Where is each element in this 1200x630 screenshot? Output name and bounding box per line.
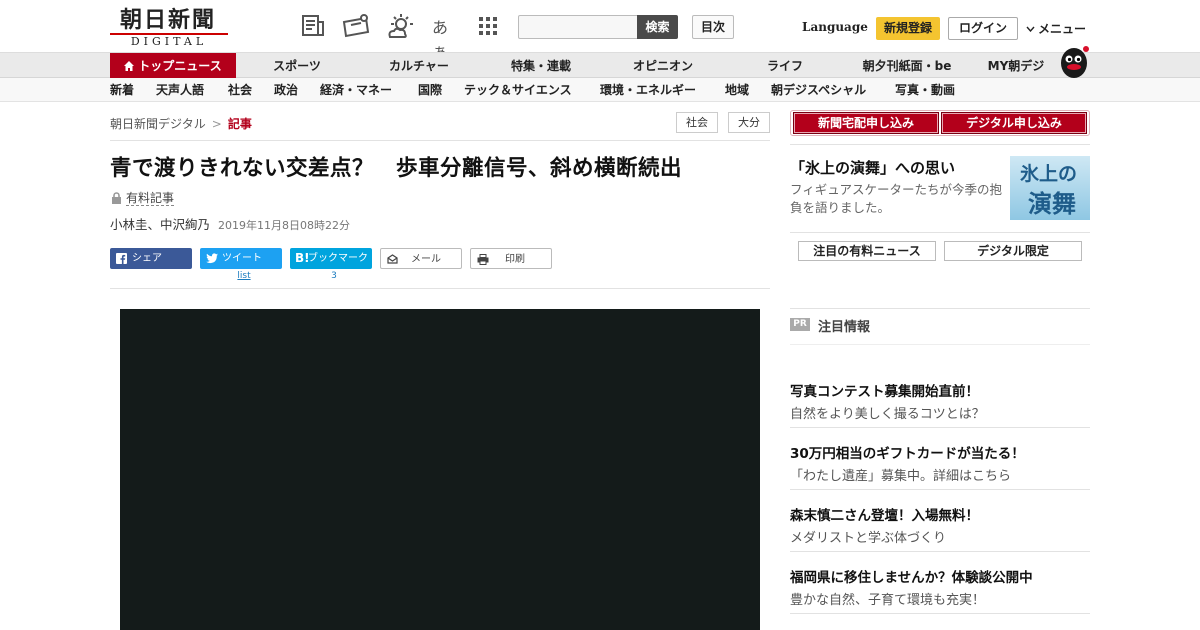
pr-badge: PR bbox=[790, 318, 810, 331]
hatena-bookmark-button[interactable]: B! ブックマーク bbox=[290, 248, 372, 269]
promo-headline[interactable]: 福岡県に移住しませんか？体験談公開中 bbox=[790, 566, 1033, 586]
nav-sub-tech-science[interactable]: テック＆サイエンス bbox=[464, 78, 572, 102]
nav-sub-society[interactable]: 社会 bbox=[228, 78, 252, 102]
divider bbox=[110, 288, 770, 289]
nav-tab-print-edition[interactable]: 朝夕刊紙面・be bbox=[852, 53, 962, 79]
promo-subtext[interactable]: 自然をより美しく撮るコツとは？ bbox=[790, 403, 985, 422]
subscribe-digital-button[interactable]: デジタル申し込み bbox=[941, 112, 1087, 134]
promo-subtext[interactable]: 「わたし遺産」募集中。詳細はこちら bbox=[790, 465, 1011, 484]
toc-button[interactable]: 目次 bbox=[692, 15, 734, 39]
logo-wordmark: 朝日新聞 bbox=[120, 7, 217, 33]
facebook-share-button[interactable]: シェア bbox=[110, 248, 192, 269]
article-authors: 小林圭、中沢絢乃 bbox=[110, 217, 211, 232]
twitter-share-button[interactable]: ツイート bbox=[200, 248, 282, 269]
promo-headline[interactable]: 写真コンテスト募集開始直前！ bbox=[790, 380, 979, 400]
grid-menu-icon[interactable] bbox=[478, 16, 504, 42]
primary-nav: トップニュース スポーツ カルチャー 特集・連載 オピニオン ライフ 朝夕刊紙面… bbox=[0, 46, 1200, 79]
feature-image[interactable]: 氷上の 演舞 bbox=[1010, 156, 1090, 220]
twitter-share-label: ツイート bbox=[222, 253, 262, 264]
menu-button[interactable]: メニュー bbox=[1026, 20, 1086, 37]
nav-sub-tensei-jingo[interactable]: 天声人語 bbox=[156, 78, 204, 102]
nav-sub-politics[interactable]: 政治 bbox=[274, 78, 298, 102]
pr-section-title: 注目情報 bbox=[818, 320, 871, 335]
divider bbox=[790, 144, 1090, 145]
secondary-nav: 新着 天声人語 社会 政治 経済・マネー 国際 テック＆サイエンス 環境・エネル… bbox=[0, 78, 1200, 102]
article-video-player[interactable] bbox=[120, 309, 760, 630]
home-icon bbox=[124, 54, 135, 71]
promo-headline[interactable]: 森末慎二さん登壇！入場無料！ bbox=[790, 504, 979, 524]
feature-description: フィギュアスケーターたちが今季の抱負を語りました。 bbox=[790, 182, 1003, 215]
article-title: 青で渡りきれない交差点？ 歩車分離信号、斜め横断続出 bbox=[110, 156, 683, 181]
newspaper-icon[interactable] bbox=[300, 13, 326, 39]
digital-only-button[interactable]: デジタル限定 bbox=[944, 241, 1082, 261]
site-logo[interactable]: 朝日新聞 DIGITAL bbox=[110, 8, 230, 48]
divider bbox=[790, 232, 1090, 233]
lock-icon bbox=[111, 192, 122, 207]
divider bbox=[790, 489, 1090, 490]
nav-tab-features[interactable]: 特集・連載 bbox=[500, 53, 582, 79]
nav-tab-my-asadigi[interactable]: MY朝デジ bbox=[980, 53, 1052, 79]
nav-tab-label: トップニュース bbox=[138, 59, 222, 73]
subscribe-paper-button[interactable]: 新聞宅配申し込み bbox=[793, 112, 939, 134]
nav-tab-culture[interactable]: カルチャー bbox=[378, 53, 460, 79]
nav-sub-photo-video[interactable]: 写真・動画 bbox=[895, 78, 955, 102]
divider bbox=[790, 308, 1090, 309]
hatena-bookmark-icon: B! bbox=[295, 251, 310, 265]
print-label: 印刷 bbox=[505, 254, 525, 265]
logo-subtitle: DIGITAL bbox=[110, 33, 228, 48]
twitter-count-link[interactable]: list bbox=[203, 271, 285, 281]
language-link[interactable]: Language bbox=[802, 20, 868, 34]
feature-image-text: 氷上の bbox=[1020, 163, 1078, 185]
divider bbox=[790, 427, 1090, 428]
menu-label: メニュー bbox=[1038, 22, 1087, 36]
search-input[interactable] bbox=[518, 15, 638, 39]
divider bbox=[790, 613, 1090, 614]
weather-icon[interactable] bbox=[386, 13, 413, 39]
mail-share-label: メール bbox=[411, 254, 441, 265]
feature-title[interactable]: 「氷上の演舞」への思い bbox=[790, 157, 955, 178]
nav-sub-special[interactable]: 朝デジスペシャル bbox=[771, 78, 866, 102]
nav-tab-top-news[interactable]: トップニュース bbox=[110, 53, 236, 79]
paid-article-label: 有料記事 bbox=[126, 191, 175, 206]
nav-sub-latest[interactable]: 新着 bbox=[110, 78, 134, 102]
promo-subtext[interactable]: メダリストと学ぶ体づくり bbox=[790, 527, 946, 546]
chevron-down-icon bbox=[1026, 21, 1035, 35]
mascot-icon[interactable] bbox=[1056, 43, 1092, 79]
ticket-icon[interactable] bbox=[342, 13, 370, 39]
nav-sub-environment[interactable]: 環境・エネルギー bbox=[600, 78, 696, 102]
nav-tab-sports[interactable]: スポーツ bbox=[260, 53, 334, 79]
article-date: 2019年11月8日08時22分 bbox=[218, 219, 350, 232]
tag-oita[interactable]: 大分 bbox=[728, 112, 770, 133]
promo-subtext[interactable]: 豊かな自然、子育て環境も充実！ bbox=[790, 589, 985, 608]
nav-sub-region[interactable]: 地域 bbox=[725, 78, 749, 102]
promo-headline[interactable]: 30万円相当のギフトカードが当たる！ bbox=[790, 442, 1025, 462]
divider bbox=[110, 140, 770, 141]
tag-society[interactable]: 社会 bbox=[676, 112, 718, 133]
site-header: 朝日新聞 DIGITAL あぁ 検索 目次 Language 新規登録 ログイン… bbox=[0, 0, 1200, 61]
breadcrumb-separator: > bbox=[211, 117, 222, 131]
divider bbox=[790, 551, 1090, 552]
paid-news-button[interactable]: 注目の有料ニュース bbox=[798, 241, 936, 261]
facebook-share-label: シェア bbox=[132, 253, 162, 264]
nav-tab-life[interactable]: ライフ bbox=[755, 53, 815, 79]
print-button[interactable]: 印刷 bbox=[470, 248, 552, 269]
nav-sub-economy[interactable]: 経済・マネー bbox=[320, 78, 392, 102]
text-size-icon[interactable]: あぁ bbox=[432, 14, 458, 61]
nav-tab-opinion[interactable]: オピニオン bbox=[622, 53, 704, 79]
search-button[interactable]: 検索 bbox=[637, 15, 678, 39]
hatena-count[interactable]: 3 bbox=[293, 271, 375, 281]
byline: 小林圭、中沢絢乃 2019年11月8日08時22分 bbox=[110, 214, 350, 233]
hatena-bookmark-label: ブックマーク bbox=[308, 253, 368, 264]
breadcrumb: 朝日新聞デジタル > 記事 bbox=[110, 115, 252, 132]
mail-share-button[interactable]: メール bbox=[380, 248, 462, 269]
divider bbox=[790, 344, 1090, 345]
feature-image-text: 演舞 bbox=[1028, 189, 1076, 218]
login-button[interactable]: ログイン bbox=[948, 17, 1018, 40]
nav-sub-international[interactable]: 国際 bbox=[418, 78, 442, 102]
breadcrumb-current: 記事 bbox=[227, 117, 252, 131]
breadcrumb-home[interactable]: 朝日新聞デジタル bbox=[110, 117, 206, 131]
paid-article-badge: 有料記事 bbox=[111, 189, 175, 207]
register-button[interactable]: 新規登録 bbox=[876, 17, 940, 40]
